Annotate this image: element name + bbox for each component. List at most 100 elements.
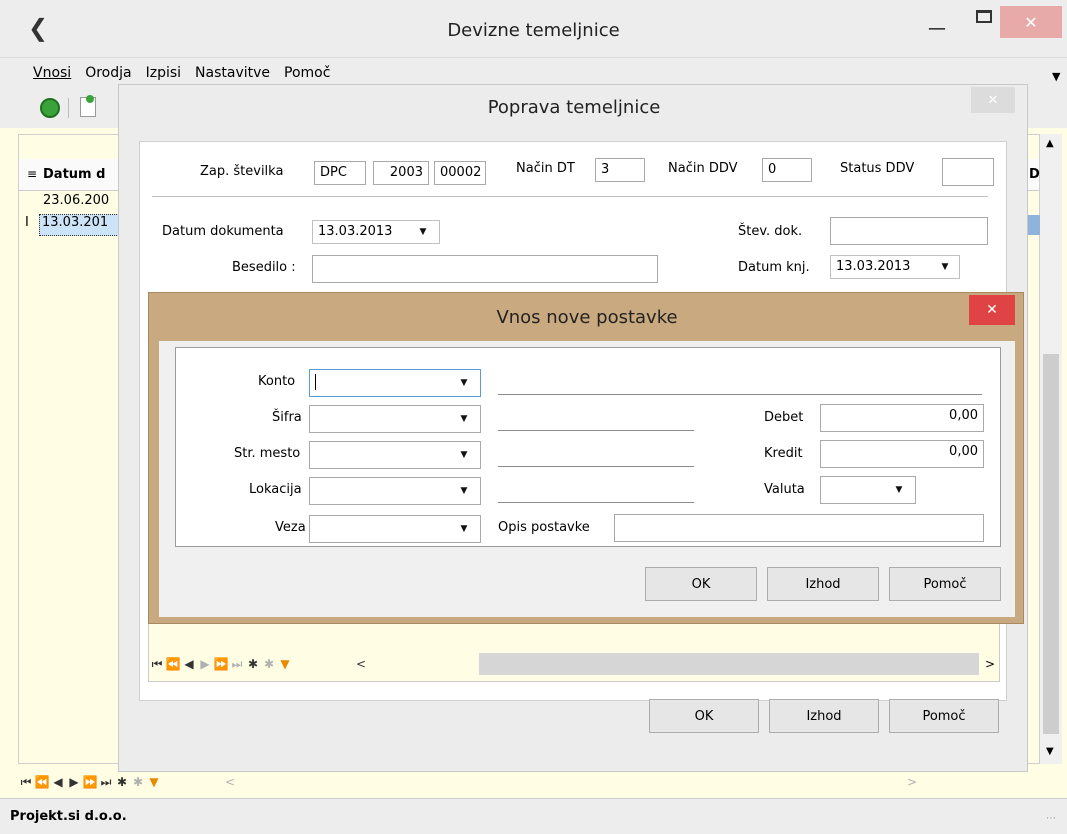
vertical-scrollbar[interactable]: ▲ ▼ bbox=[1040, 134, 1062, 764]
menu-nastavitve[interactable]: Nastavitve bbox=[195, 65, 270, 81]
nav-insert-icon[interactable]: ✱ bbox=[114, 775, 130, 789]
menu-vnosi[interactable]: Vnosi bbox=[33, 65, 71, 81]
veza-combo[interactable]: ▼ bbox=[309, 515, 481, 543]
nav-first-icon[interactable]: ⏮ bbox=[149, 657, 165, 672]
edit-dialog-close-button[interactable]: ✕ bbox=[971, 87, 1015, 113]
lokacija-label: Lokacija bbox=[249, 482, 302, 497]
nav-prev-page-icon[interactable]: ⏪ bbox=[165, 657, 181, 671]
kredit-field[interactable]: 0,00 bbox=[820, 440, 984, 468]
nacin-dt-label: Način DT bbox=[516, 161, 575, 176]
chevron-down-icon[interactable]: ▼ bbox=[454, 516, 474, 542]
nav-first-icon[interactable]: ⏮ bbox=[18, 775, 34, 790]
entry-pomoc-button[interactable]: Pomoč bbox=[889, 567, 1001, 601]
opis-postavke-field[interactable] bbox=[614, 514, 984, 542]
nav-delete-icon[interactable]: ✱ bbox=[130, 775, 146, 789]
menu-izpisi[interactable]: Izpisi bbox=[146, 65, 181, 81]
datum-dokumenta-field[interactable]: 13.03.2013 ▼ bbox=[312, 220, 440, 244]
menu-overflow-icon[interactable]: ▼ bbox=[1052, 70, 1060, 83]
lokacija-combo[interactable]: ▼ bbox=[309, 477, 481, 505]
sifra-description-line bbox=[498, 430, 694, 431]
close-icon: ✕ bbox=[1024, 12, 1038, 32]
postavke-hscroll-thumb[interactable] bbox=[479, 653, 979, 675]
refresh-icon[interactable] bbox=[40, 98, 60, 118]
table-row[interactable]: 23.06.200 bbox=[41, 193, 121, 213]
sifra-combo[interactable]: ▼ bbox=[309, 405, 481, 433]
column-header-d[interactable]: D bbox=[1029, 167, 1040, 182]
nav-next-icon[interactable]: ▶ bbox=[197, 657, 213, 671]
edit-pomoc-button[interactable]: Pomoč bbox=[889, 699, 999, 733]
valuta-combo[interactable]: ▼ bbox=[820, 476, 916, 504]
besedilo-field[interactable] bbox=[312, 255, 658, 283]
column-menu-icon[interactable]: ≡ bbox=[27, 167, 37, 181]
chevron-down-icon[interactable]: ▼ bbox=[454, 478, 474, 504]
nav-prev-page-icon[interactable]: ⏪ bbox=[34, 775, 50, 789]
main-window-title: Devizne temeljnice bbox=[447, 20, 620, 41]
status-ddv-field[interactable] bbox=[942, 158, 994, 186]
nav-next-page-icon[interactable]: ⏩ bbox=[82, 775, 98, 789]
str-mesto-combo[interactable]: ▼ bbox=[309, 441, 481, 469]
edit-dialog-title: Poprava temeljnice bbox=[487, 97, 661, 118]
nav-scroll-right-icon[interactable]: > bbox=[985, 657, 995, 671]
scroll-down-icon[interactable]: ▼ bbox=[1046, 746, 1054, 757]
nacin-ddv-label: Način DDV bbox=[668, 161, 738, 176]
konto-description-line bbox=[498, 394, 982, 395]
nav-scroll-right-icon[interactable]: > bbox=[904, 775, 920, 789]
zap-label: Zap. številka bbox=[200, 164, 284, 179]
entry-dialog: Vnos nove postavke ✕ Konto Šifra Str. me… bbox=[148, 292, 1024, 624]
edit-izhod-button[interactable]: Izhod bbox=[769, 699, 879, 733]
zap-prefix-field[interactable]: DPC bbox=[314, 161, 366, 185]
nav-prev-icon[interactable]: ◀ bbox=[50, 775, 66, 789]
str-mesto-label: Str. mesto bbox=[234, 446, 301, 461]
chevron-down-icon[interactable]: ▼ bbox=[454, 406, 474, 432]
menu-pomoc[interactable]: Pomoč bbox=[284, 65, 330, 81]
debet-field[interactable]: 0,00 bbox=[820, 404, 984, 432]
nav-scroll-left-icon[interactable]: < bbox=[353, 657, 369, 671]
entry-fields-panel: Konto Šifra Str. mesto Lokacija Veza ▼ ▼… bbox=[175, 347, 1001, 547]
nacin-dt-field[interactable]: 3 bbox=[595, 158, 645, 182]
nav-next-page-icon[interactable]: ⏩ bbox=[213, 657, 229, 671]
datum-dokumenta-label: Datum dokumenta bbox=[162, 224, 284, 239]
chevron-down-icon[interactable]: ▼ bbox=[935, 256, 955, 278]
minimize-button[interactable]: — bbox=[925, 18, 949, 42]
entry-dialog-close-button[interactable]: ✕ bbox=[969, 295, 1015, 325]
edit-ok-button[interactable]: OK bbox=[649, 699, 759, 733]
datum-knj-field[interactable]: 13.03.2013 ▼ bbox=[830, 255, 960, 279]
zap-year-field[interactable]: 2003 bbox=[373, 161, 429, 185]
chevron-down-icon[interactable]: ▼ bbox=[454, 442, 474, 468]
toolbar-separator bbox=[68, 98, 69, 118]
zap-number-field[interactable]: 00002 bbox=[434, 161, 486, 185]
scroll-thumb[interactable] bbox=[1043, 354, 1059, 734]
column-header-datum[interactable]: Datum d bbox=[43, 167, 105, 182]
lokacija-description-line bbox=[498, 502, 694, 503]
nav-next-icon[interactable]: ▶ bbox=[66, 775, 82, 789]
konto-label: Konto bbox=[258, 374, 296, 389]
chevron-down-icon[interactable]: ▼ bbox=[413, 221, 433, 243]
resize-grip-icon[interactable]: ⋯ bbox=[1046, 813, 1056, 824]
nav-delete-icon[interactable]: ✱ bbox=[261, 657, 277, 671]
nav-scroll-left-icon[interactable]: < bbox=[222, 775, 238, 789]
chevron-down-icon[interactable]: ▼ bbox=[454, 370, 474, 396]
status-ddv-label: Status DDV bbox=[840, 161, 915, 176]
close-button[interactable]: ✕ bbox=[1000, 6, 1062, 38]
maximize-button[interactable] bbox=[976, 10, 992, 23]
nav-prev-icon[interactable]: ◀ bbox=[181, 657, 197, 671]
nacin-ddv-field[interactable]: 0 bbox=[762, 158, 812, 182]
nav-filter-icon[interactable]: ▼ bbox=[146, 775, 162, 789]
main-navigator: ⏮ ⏪ ◀ ▶ ⏩ ⏭ ✱ ✱ ▼ < > bbox=[18, 772, 1048, 792]
chevron-down-icon[interactable]: ▼ bbox=[889, 477, 909, 503]
menu-orodja[interactable]: Orodja bbox=[85, 65, 131, 81]
close-icon: ✕ bbox=[987, 92, 999, 108]
new-document-pin-icon bbox=[86, 95, 94, 103]
konto-combo[interactable]: ▼ bbox=[309, 369, 481, 397]
entry-ok-button[interactable]: OK bbox=[645, 567, 757, 601]
nav-last-icon[interactable]: ⏭ bbox=[98, 775, 114, 790]
nav-filter-icon[interactable]: ▼ bbox=[277, 657, 293, 671]
nav-last-icon[interactable]: ⏭ bbox=[229, 657, 245, 672]
scroll-up-icon[interactable]: ▲ bbox=[1046, 138, 1054, 149]
stev-dok-field[interactable] bbox=[830, 217, 988, 245]
veza-label: Veza bbox=[275, 520, 306, 535]
entry-izhod-button[interactable]: Izhod bbox=[767, 567, 879, 601]
nav-insert-icon[interactable]: ✱ bbox=[245, 657, 261, 671]
table-row-selected[interactable]: 13.03.201 bbox=[39, 214, 123, 236]
sifra-label: Šifra bbox=[272, 410, 302, 425]
